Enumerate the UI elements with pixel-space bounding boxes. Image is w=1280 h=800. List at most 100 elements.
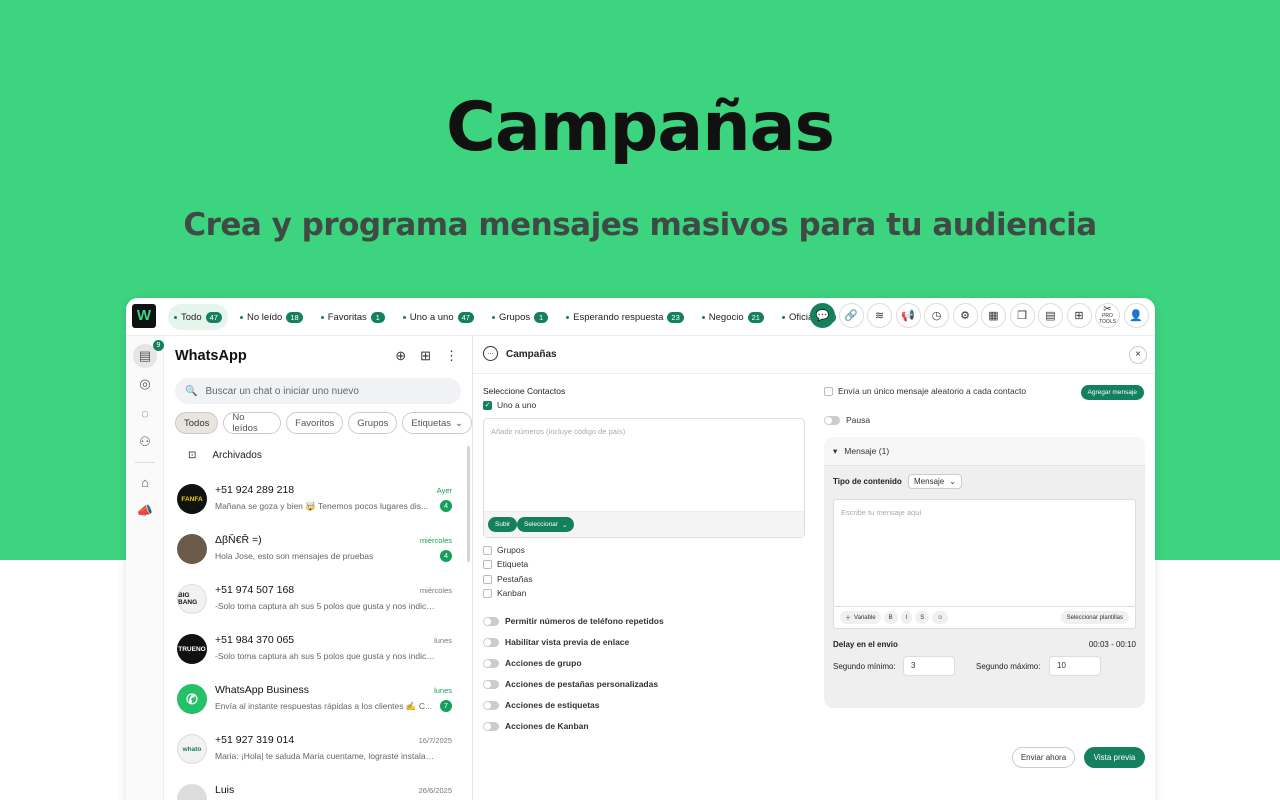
pause-toggle[interactable]: Pausa bbox=[824, 415, 870, 425]
toggle-tag-actions[interactable]: Acciones de estiquetas bbox=[483, 700, 599, 710]
emoji-icon[interactable]: ☺ bbox=[932, 611, 949, 624]
message-card: ▾ Mensaje (1) Tipo de contenido Mensaje ⌄ … bbox=[824, 437, 1145, 708]
variable-button[interactable]: ＋ Variable bbox=[840, 611, 881, 624]
layers-icon[interactable]: ≋ bbox=[867, 303, 892, 328]
left-rail: ▤ 9 ◎ ◌ ⚇ ⌂ 📣 bbox=[126, 336, 164, 800]
delay-label: Delay en el envio bbox=[833, 640, 898, 649]
one-to-one-checkbox[interactable]: ✓ Uno a uno bbox=[483, 400, 536, 410]
chip-favoritos[interactable]: Favoritos bbox=[286, 412, 344, 434]
store-icon[interactable]: ⌂ bbox=[133, 470, 157, 494]
grid-icon[interactable]: ⊞ bbox=[1066, 303, 1092, 328]
chat-row[interactable]: FANFA +51 924 289 218 Ayer Mañana se goz… bbox=[164, 484, 467, 534]
webhook-icon[interactable]: ⚙ bbox=[952, 303, 978, 328]
toggle-link-preview[interactable]: Habilitar vista previa de enlace bbox=[483, 637, 629, 647]
communities-icon[interactable]: ⚇ bbox=[133, 430, 157, 454]
chats-icon[interactable]: ▤ 9 bbox=[133, 340, 164, 368]
chat-name: +51 974 507 168 bbox=[215, 584, 295, 596]
filter-tab-grupos[interactable]: Grupos 1 bbox=[485, 304, 555, 330]
random-message-checkbox[interactable]: Envía un único mensaje aleatorio a cada … bbox=[824, 386, 1026, 396]
tag-checkbox[interactable]: Etiqueta bbox=[483, 559, 528, 569]
kanban-label: Kanban bbox=[497, 588, 527, 598]
chat-preview: Envía al instante respuestas rápidas a l… bbox=[215, 701, 433, 711]
chevron-down-icon: ⌄ bbox=[455, 417, 463, 429]
select-templates-button[interactable]: Seleccionar plantillas bbox=[1060, 611, 1129, 624]
chat-preview: Mañana se goza y bien 🤯 Tenemos pocos lu… bbox=[215, 501, 429, 511]
toggle-repeated-numbers[interactable]: Permitir números de teléfono repetidos bbox=[483, 616, 664, 626]
chat-list-scrollbar[interactable] bbox=[467, 446, 470, 562]
filter-tab-no-leido[interactable]: No leído 18 bbox=[233, 304, 309, 330]
copy-icon[interactable]: ❐ bbox=[1009, 303, 1035, 328]
chat-row[interactable]: ✆ WhatsApp Business lunes Envía al insta… bbox=[164, 684, 467, 734]
megaphone-icon[interactable]: 📣 bbox=[133, 499, 157, 523]
chat-row[interactable]: whato +51 927 319 014 16/7/2025 Maria: ¡… bbox=[164, 734, 467, 784]
pause-label: Pausa bbox=[846, 415, 871, 425]
pro-tools-icon[interactable]: ✂ PRO TOOLS bbox=[1095, 303, 1120, 328]
filter-tab-negocio[interactable]: Negocio 21 bbox=[695, 304, 770, 330]
toggle-group-actions[interactable]: Acciones de grupo bbox=[483, 658, 582, 668]
numbers-input[interactable]: Añadir números (incluye código de país) … bbox=[483, 418, 805, 538]
chat-bubble-icon[interactable]: 💬 bbox=[810, 303, 835, 328]
preview-button[interactable]: Vista previa bbox=[1084, 747, 1145, 768]
filter-tab-count: 1 bbox=[534, 311, 549, 323]
toggle-kanban-actions[interactable]: Acciones de Kanban bbox=[483, 721, 589, 731]
chip-todos[interactable]: Todos bbox=[175, 412, 219, 434]
chat-row[interactable]: ΔβŇ€Ř =) miércoles Hola Jose, esto son m… bbox=[164, 534, 467, 584]
chip-no-leidos[interactable]: No leídos bbox=[223, 412, 282, 434]
select-button[interactable]: Seleccionar ⌄ bbox=[517, 517, 575, 532]
tabs-checkbox[interactable]: Pestañas bbox=[483, 574, 532, 584]
menu-icon[interactable]: ⋮ bbox=[445, 348, 458, 364]
toggle-switch bbox=[483, 658, 499, 668]
top-bar: W Todo 47 No leído 18 Favoritas 1 Uno a uno… bbox=[126, 298, 1155, 336]
chat-name: ΔβŇ€Ř =) bbox=[215, 534, 262, 546]
megaphone-icon[interactable]: 📢 bbox=[895, 303, 921, 328]
kanban-checkbox[interactable]: Kanban bbox=[483, 588, 526, 598]
filter-tab-todo[interactable]: Todo 47 bbox=[168, 304, 228, 330]
status-icon[interactable]: ◎ bbox=[133, 372, 157, 396]
toggle-switch bbox=[483, 700, 499, 710]
new-chat-icon[interactable]: ⊕ bbox=[395, 348, 406, 364]
filter-tab-uno-a-uno[interactable]: Uno a uno 47 bbox=[396, 304, 480, 330]
message-card-header[interactable]: ▾ Mensaje (1) bbox=[824, 437, 1145, 466]
italic-button[interactable]: I bbox=[900, 611, 913, 624]
add-message-button[interactable]: Agregar mensaje bbox=[1080, 385, 1144, 400]
send-now-button[interactable]: Enviar ahora bbox=[1012, 747, 1075, 768]
filter-tab-favoritas[interactable]: Favoritas 1 bbox=[314, 304, 391, 330]
filter-tab-esperando[interactable]: Esperando respuesta 23 bbox=[560, 304, 690, 330]
content-type-select[interactable]: Mensaje ⌄ bbox=[908, 474, 962, 489]
archived-row[interactable]: ⊡ Archivados bbox=[188, 450, 262, 461]
chat-chips: Todos No leídos Favoritos Grupos Etiquet… bbox=[175, 412, 472, 434]
notebook-icon[interactable]: ▤ bbox=[1038, 303, 1063, 328]
channels-icon[interactable]: ◌ bbox=[133, 401, 157, 425]
max-seconds-input[interactable]: 10 bbox=[1049, 656, 1101, 676]
groups-checkbox[interactable]: Grupos bbox=[483, 545, 525, 555]
random-message-label: Envía un único mensaje aleatorio a cada … bbox=[838, 386, 1027, 396]
min-seconds-input[interactable]: 3 bbox=[903, 656, 955, 676]
close-button[interactable]: × bbox=[1129, 346, 1147, 364]
chat-time: miércoles bbox=[419, 586, 452, 595]
delay-value: 00:03 - 00:10 bbox=[1088, 640, 1136, 649]
toggle-custom-tab-actions[interactable]: Acciones de pestañas personalizadas bbox=[483, 679, 658, 689]
strike-button[interactable]: S bbox=[915, 611, 930, 624]
chat-time: lunes bbox=[434, 636, 452, 645]
checkbox-box bbox=[483, 574, 492, 584]
clock-icon[interactable]: ◷ bbox=[924, 303, 949, 328]
link-icon[interactable]: 🔗 bbox=[838, 303, 864, 328]
chat-row[interactable]: BIG BANG +51 974 507 168 miércoles -Solo… bbox=[164, 584, 467, 634]
new-group-icon[interactable]: ⊞ bbox=[420, 348, 431, 364]
bold-button[interactable]: B bbox=[883, 611, 898, 624]
chat-row[interactable]: Luis 26/6/2025 bbox=[164, 784, 467, 800]
search-input[interactable]: 🔍 Buscar un chat o iniciar uno nuevo bbox=[175, 378, 461, 404]
rail-divider bbox=[135, 462, 155, 463]
toggle-switch bbox=[483, 616, 499, 626]
chat-row[interactable]: TRUENO +51 984 370 065 lunes -Solo toma … bbox=[164, 634, 467, 684]
upload-button[interactable]: Subir bbox=[488, 517, 518, 532]
user-icon[interactable]: 👤 bbox=[1123, 303, 1149, 328]
chip-etiquetas[interactable]: Etiquetas ⌄ bbox=[402, 412, 472, 434]
chat-time: lunes bbox=[434, 686, 452, 695]
message-placeholder: Escribe tu mensaje aquí bbox=[841, 508, 922, 517]
chip-grupos[interactable]: Grupos bbox=[348, 412, 398, 434]
message-textarea[interactable]: Escribe tu mensaje aquí bbox=[833, 499, 1136, 607]
numbers-input-footer: Subir Seleccionar ⌄ bbox=[484, 511, 804, 537]
filter-tab-label: Uno a uno bbox=[409, 311, 454, 323]
calendar-icon[interactable]: ▦ bbox=[981, 303, 1006, 328]
